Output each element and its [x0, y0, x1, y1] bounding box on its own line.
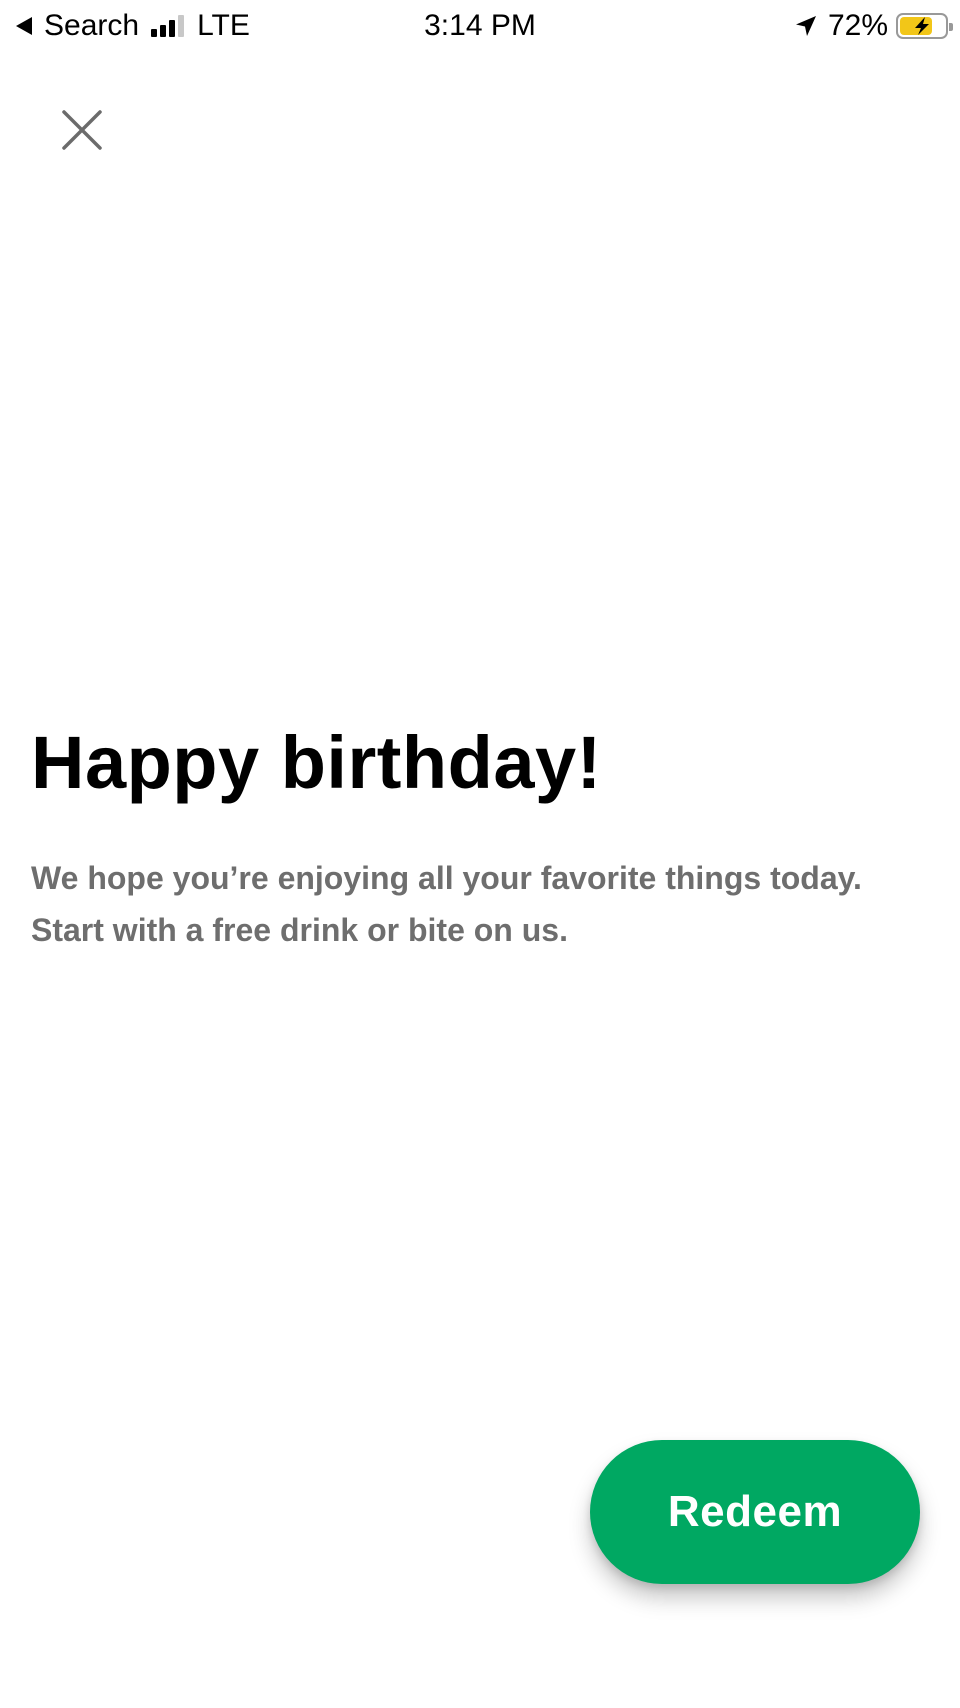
- status-bar: Search LTE 3:14 PM 72%: [0, 0, 960, 52]
- close-button[interactable]: [52, 100, 112, 160]
- back-arrow-icon: [16, 17, 32, 35]
- message-line-1: We hope you’re enjoying all your favorit…: [31, 860, 862, 896]
- redeem-button[interactable]: Redeem: [590, 1440, 920, 1584]
- battery-percent: 72%: [827, 9, 888, 42]
- close-icon: [62, 110, 102, 150]
- back-label: Search: [44, 9, 140, 42]
- charging-bolt-icon: [915, 17, 929, 35]
- status-right: 72%: [794, 6, 953, 46]
- battery-icon: [896, 13, 953, 39]
- signal-strength-icon: [151, 15, 187, 37]
- birthday-message: We hope you’re enjoying all your favorit…: [31, 852, 931, 956]
- location-arrow-icon: [795, 16, 816, 36]
- network-type: LTE: [197, 9, 250, 42]
- message-line-2: Start with a free drink or bite on us.: [31, 912, 568, 948]
- page-title: Happy birthday!: [31, 721, 602, 804]
- back-to-search[interactable]: Search LTE: [16, 6, 250, 46]
